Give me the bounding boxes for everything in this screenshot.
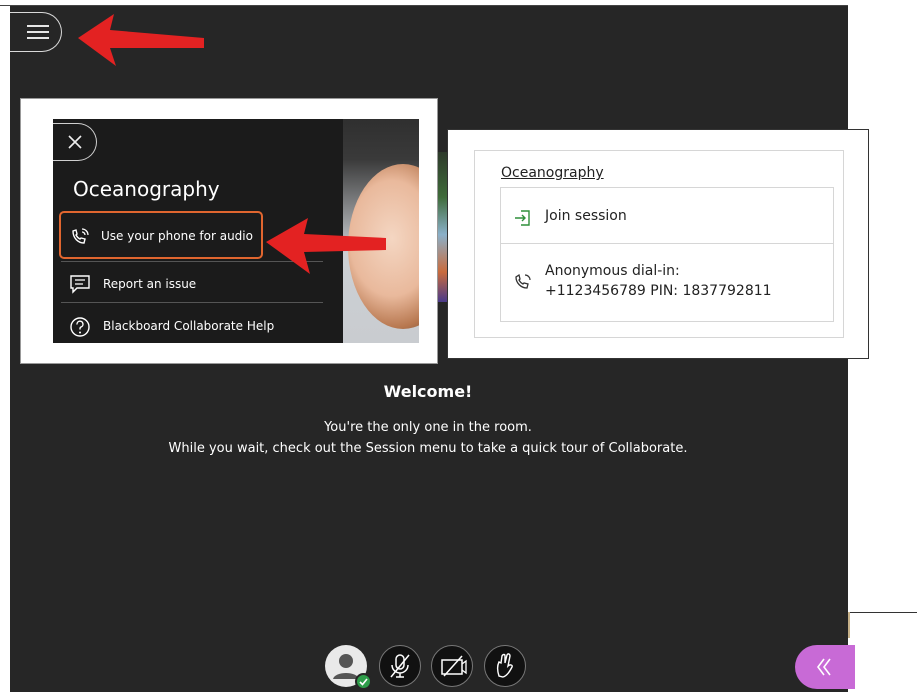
divider [61, 302, 323, 303]
join-card: Oceanography Join session Anonymous dial… [474, 150, 844, 338]
margin-rule [848, 612, 917, 613]
camera-off-icon [441, 655, 467, 677]
menu-item-label: Blackboard Collaborate Help [103, 319, 275, 333]
annotation-arrow-phone [266, 218, 386, 274]
menu-item-label: Use your phone for audio [101, 229, 253, 243]
close-button[interactable] [53, 123, 97, 161]
camera-button[interactable] [431, 645, 473, 687]
dial-in-label: Anonymous dial-in: [545, 263, 680, 279]
microphone-button[interactable] [379, 645, 421, 687]
menu-item-help[interactable]: Blackboard Collaborate Help [61, 307, 323, 343]
report-icon [70, 275, 90, 294]
video-strip [437, 152, 447, 302]
raise-hand-button[interactable] [484, 645, 526, 687]
annotation-arrow-menu [78, 14, 204, 66]
close-icon [68, 135, 82, 149]
menu-item-label: Report an issue [103, 277, 197, 291]
panel-title: Oceanography [73, 177, 220, 201]
dial-in-number: +1123456789 PIN: 1837792811 [545, 283, 772, 299]
session-menu-button[interactable] [10, 12, 62, 52]
phone-audio-icon [72, 228, 89, 244]
welcome-hint: While you wait, check out the Session me… [168, 441, 688, 456]
hamburger-icon [27, 25, 49, 39]
join-options: Join session Anonymous dial-in: +1123456… [500, 187, 834, 322]
join-session-label: Join session [545, 208, 627, 224]
join-session-screenshot: Oceanography Join session Anonymous dial… [447, 129, 869, 359]
welcome-text: You're the only one in the room. [324, 420, 532, 435]
join-session-row[interactable]: Join session [501, 188, 833, 244]
margin-marker [848, 612, 850, 638]
hand-icon [496, 653, 513, 678]
help-icon [70, 317, 90, 337]
welcome-heading: Welcome! [383, 382, 473, 401]
phone-icon [515, 273, 531, 289]
mic-off-icon [390, 654, 410, 678]
status-check-icon [355, 673, 372, 690]
double-chevron-left-icon [817, 658, 831, 676]
session-link[interactable]: Oceanography [501, 165, 604, 181]
collaborate-panel-button[interactable] [795, 645, 855, 689]
menu-item-phone-audio[interactable]: Use your phone for audio [59, 211, 263, 259]
join-icon [515, 210, 530, 226]
